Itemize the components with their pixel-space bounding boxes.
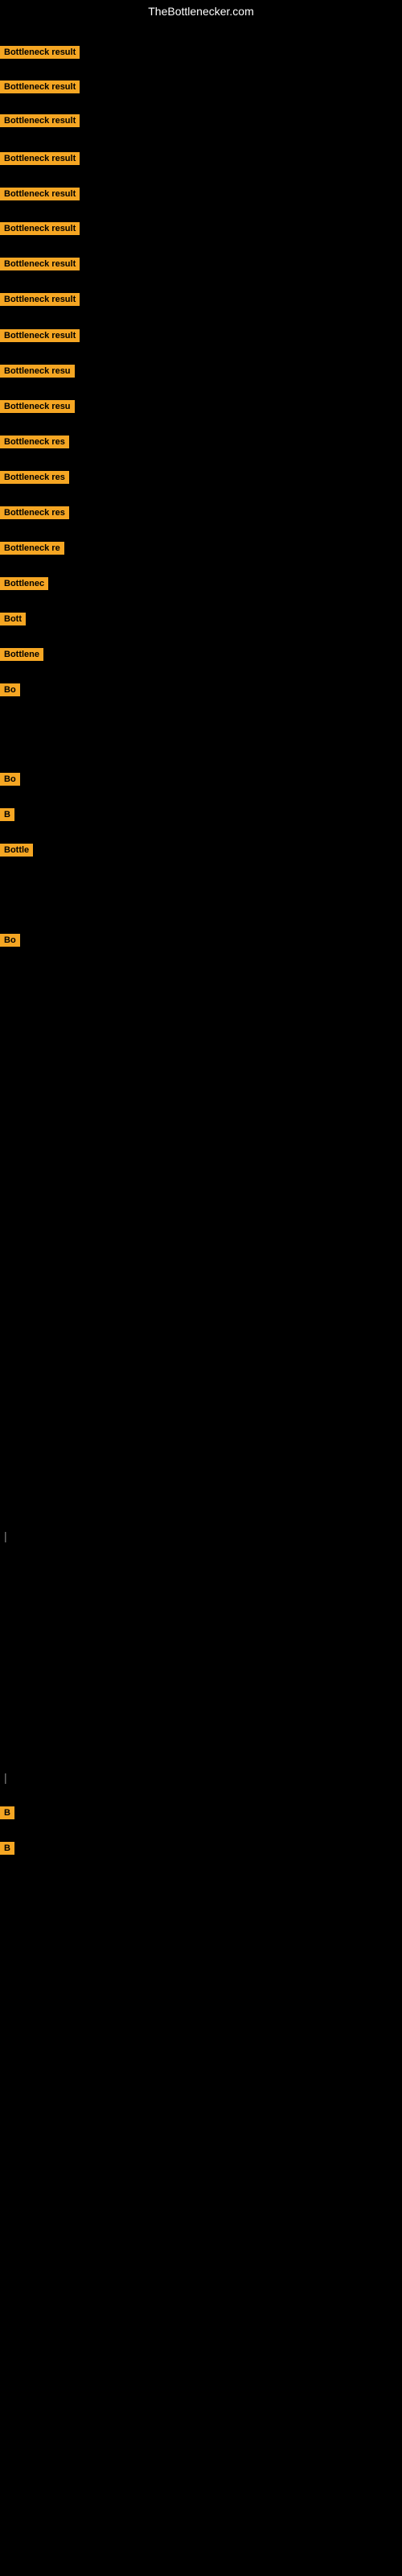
bottleneck-result-item: Bottle [0,844,33,861]
bottleneck-badge: Bottleneck result [0,80,80,93]
bottleneck-result-item: Bo [0,683,20,700]
bottleneck-result-item: Bottleneck res [0,436,69,452]
bottleneck-badge: Bottleneck result [0,46,80,59]
bottleneck-result-item: Bo [0,773,20,790]
bottleneck-badge: Bottleneck result [0,293,80,306]
bottleneck-result-item: Bottleneck res [0,471,69,488]
bottleneck-badge: Bo [0,683,20,696]
bottleneck-badge: Bo [0,934,20,947]
bottleneck-result-item: Bottleneck result [0,114,80,131]
bottleneck-result-item: Bottlenec [0,577,48,594]
bottleneck-result-item: Bottleneck resu [0,400,75,417]
bottleneck-badge: Bottleneck result [0,329,80,342]
site-title: TheBottlenecker.com [0,2,402,21]
bottleneck-badge: Bottleneck res [0,436,69,448]
bottleneck-result-item: Bottleneck result [0,258,80,275]
bottleneck-badge: Bottleneck resu [0,365,75,378]
bottleneck-badge: B [0,808,14,821]
bottleneck-badge: Bottleneck result [0,152,80,165]
bottleneck-result-item: Bottleneck result [0,80,80,97]
bottleneck-result-item: Bottleneck res [0,506,69,523]
bottleneck-result-item: Bottleneck resu [0,365,75,382]
bottleneck-result-item: Bottleneck result [0,152,80,169]
bottleneck-badge: Bott [0,613,26,625]
bottleneck-badge: Bottleneck result [0,114,80,127]
bottleneck-result-item: Bo [0,934,20,951]
bottleneck-badge: Bottleneck result [0,258,80,270]
vertical-line-marker: | [4,1771,7,1784]
bottleneck-badge: B [0,1842,14,1855]
bottleneck-result-item: B [0,1842,14,1859]
bottleneck-result-item: B [0,808,14,825]
bottleneck-result-item: Bottleneck result [0,293,80,310]
bottleneck-badge: Bo [0,773,20,786]
bottleneck-badge: Bottleneck result [0,188,80,200]
bottleneck-result-item: Bottleneck result [0,222,80,239]
bottleneck-badge: Bottleneck resu [0,400,75,413]
bottleneck-result-item: Bottleneck result [0,46,80,63]
bottleneck-result-item: B [0,1806,14,1823]
bottleneck-result-item: Bott [0,613,26,630]
bottleneck-badge: Bottle [0,844,33,857]
bottleneck-result-item: Bottleneck result [0,329,80,346]
bottleneck-result-item: Bottleneck re [0,542,64,559]
bottleneck-badge: Bottlene [0,648,43,661]
bottleneck-badge: Bottleneck result [0,222,80,235]
bottleneck-badge: Bottlenec [0,577,48,590]
bottleneck-result-item: Bottlene [0,648,43,665]
bottleneck-result-item: Bottleneck result [0,188,80,204]
bottleneck-badge: Bottleneck res [0,471,69,484]
bottleneck-badge: B [0,1806,14,1819]
vertical-line-marker: | [4,1530,7,1542]
bottleneck-badge: Bottleneck res [0,506,69,519]
bottleneck-badge: Bottleneck re [0,542,64,555]
